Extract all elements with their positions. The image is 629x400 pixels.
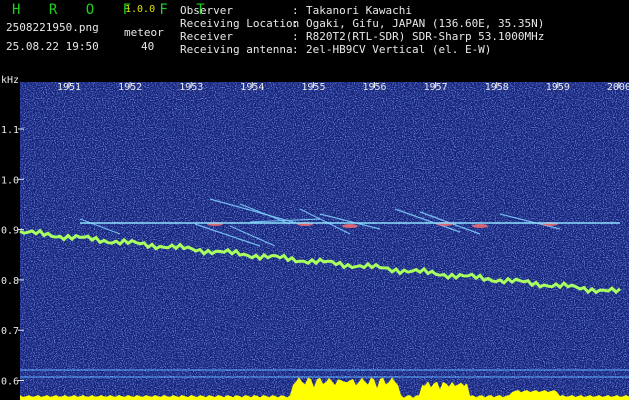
time-tick-label: 1954 <box>240 82 264 93</box>
info-key: Receiver <box>180 30 233 43</box>
meteor-label: meteor <box>124 26 164 39</box>
header-panel: H R O F F T 1.0.0 2508221950.png meteor … <box>0 0 629 57</box>
freq-tick-label: 1.0 <box>1 175 19 186</box>
info-value: Takanori Kawachi <box>306 4 412 17</box>
time-tick-label: 2000 <box>607 82 629 93</box>
info-row-antenna: Receiving antenna: 2el-HB9CV Vertical (el… <box>180 43 544 56</box>
info-value: R820T2(RTL-SDR) SDR-Sharp 53.1000MHz <box>306 30 545 43</box>
time-tick-label: 1956 <box>363 82 387 93</box>
time-tick-label: 1953 <box>179 82 203 93</box>
echo-head <box>342 224 358 228</box>
freq-tick-label: 0.7 <box>1 326 19 337</box>
time-tick-label: 1951 <box>57 82 81 93</box>
station-info: Observer: Takanori Kawachi Receiving Loca… <box>180 4 544 56</box>
frequency-unit-label: kHz <box>1 75 19 86</box>
time-tick-label: 1959 <box>546 82 570 93</box>
spectrogram-noise <box>20 82 629 400</box>
time-tick-label: 1958 <box>485 82 509 93</box>
file-name: 2508221950.png <box>6 21 99 34</box>
meteor-count: 40 <box>141 40 155 53</box>
info-row-location: Receiving Location: Ogaki, Gifu, JAPAN (1… <box>180 17 544 30</box>
info-value: 2el-HB9CV Vertical (el. E-W) <box>306 43 492 56</box>
freq-tick-label: 0.6 <box>1 377 19 388</box>
capture-datetime: 25.08.22 19:50 <box>6 40 99 53</box>
info-row-receiver: Receiver: R820T2(RTL-SDR) SDR-Sharp 53.10… <box>180 30 544 43</box>
info-separator: : <box>292 4 299 17</box>
time-tick-label: 1952 <box>118 82 142 93</box>
time-tick-label: 1955 <box>301 82 325 93</box>
info-value: Ogaki, Gifu, JAPAN (136.60E, 35.35N) <box>306 17 545 30</box>
app-version: 1.0.0 <box>125 4 156 15</box>
freq-tick-label: 1.1 <box>1 125 19 136</box>
info-separator: : <box>292 17 299 30</box>
spectrogram-svg: 1951 1952 1953 1954 1955 1956 1957 1958 1959 2000… <box>1 75 629 400</box>
info-key: Receiving antenna <box>180 43 293 56</box>
freq-tick-label: 0.9 <box>1 226 19 237</box>
info-separator: : <box>292 30 299 43</box>
info-key: Receiving Location <box>180 17 300 30</box>
echo-head <box>472 224 488 228</box>
info-separator: : <box>292 43 299 56</box>
spectrogram-panel: 1951 1952 1953 1954 1955 1956 1957 1958 1959 2000… <box>0 74 629 400</box>
time-tick-label: 1957 <box>424 82 448 93</box>
freq-tick-label: 0.8 <box>1 276 19 287</box>
info-row-observer: Observer: Takanori Kawachi <box>180 4 544 17</box>
info-key: Observer <box>180 4 233 17</box>
